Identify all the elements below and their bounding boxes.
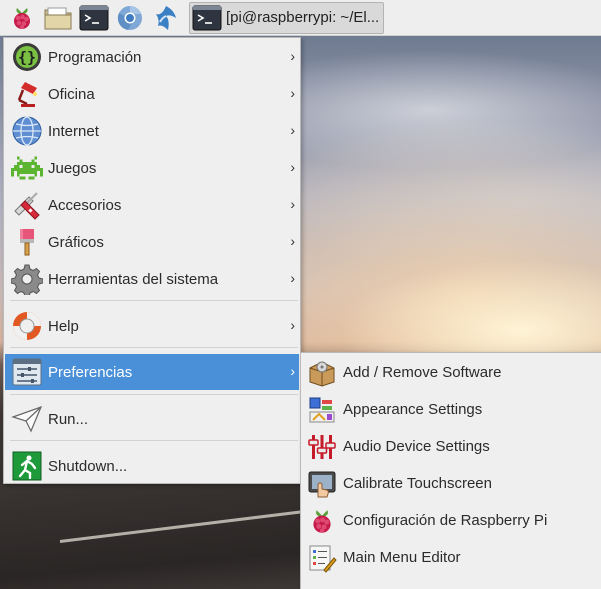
menu-separator <box>10 300 298 301</box>
audio-mixer-icon <box>305 430 339 464</box>
menu-separator <box>10 440 298 441</box>
preferences-submenu: Add / Remove Software Appearance Setting… <box>300 352 601 589</box>
menu-item-label: Gráficos <box>48 233 104 251</box>
menu-item-label: Herramientas del sistema <box>48 270 219 288</box>
menu-item-internet[interactable]: Internet › <box>5 113 299 149</box>
file-manager-launcher[interactable] <box>41 2 75 34</box>
menu-item-label: Internet <box>48 122 99 140</box>
menu-item-label: Oficina <box>48 85 95 103</box>
submenu-item-label: Audio Device Settings <box>343 438 490 455</box>
raspberry-menu-icon <box>14 7 30 29</box>
raspberry-menu-button[interactable] <box>5 2 39 34</box>
menu-separator <box>10 347 298 348</box>
menu-item-label: Accesorios <box>48 196 122 214</box>
menu-item-preferencias[interactable]: Preferencias › <box>5 354 299 390</box>
submenu-item-appearance-settings[interactable]: Appearance Settings <box>301 391 601 428</box>
menu-item-label: Programación <box>48 48 142 66</box>
terminal-icon <box>79 5 109 30</box>
submenu-arrow-icon: › <box>290 196 295 212</box>
globe-icon <box>9 113 45 149</box>
programming-icon: {} <box>9 39 45 75</box>
submenu-arrow-icon: › <box>290 48 295 64</box>
submenu-item-label: Main Menu Editor <box>343 549 461 566</box>
menu-item-juegos[interactable]: Juegos › <box>5 150 299 186</box>
menu-editor-icon <box>305 541 339 575</box>
submenu-arrow-icon: › <box>290 363 295 379</box>
taskbar-terminal-window[interactable]: [pi@raspberrypi: ~/El... <box>189 1 385 34</box>
menu-item-label: Help <box>48 317 79 335</box>
paper-plane-icon <box>9 401 45 437</box>
submenu-item-label: Calibrate Touchscreen <box>343 475 492 492</box>
mathematica-launcher[interactable] <box>149 2 183 34</box>
submenu-arrow-icon: › <box>290 233 295 249</box>
wolfram-mathematica-icon <box>156 5 176 30</box>
file-manager-icon <box>44 7 72 29</box>
top-panel: [pi@raspberrypi: ~/El... <box>0 0 601 36</box>
appearance-palette-icon <box>305 393 339 427</box>
menu-item-programacion[interactable]: {} Programación › <box>5 39 299 75</box>
menu-item-accesorios[interactable]: Accesorios › <box>5 187 299 223</box>
submenu-item-main-menu-editor[interactable]: Main Menu Editor <box>301 539 601 576</box>
submenu-arrow-icon: › <box>290 159 295 175</box>
chromium-launcher[interactable] <box>113 2 147 34</box>
svg-text:{}: {} <box>18 49 36 67</box>
menu-item-herramientas[interactable]: Herramientas del sistema › <box>5 261 299 297</box>
space-invader-icon <box>9 150 45 186</box>
exit-running-man-icon <box>9 448 45 484</box>
swiss-knife-icon <box>9 187 45 223</box>
menu-item-label: Shutdown... <box>48 457 128 475</box>
taskbar-window-title: [pi@raspberrypi: ~/El... <box>226 9 380 26</box>
menu-item-shutdown[interactable]: Shutdown... <box>5 448 299 484</box>
preferences-sliders-icon <box>9 354 45 390</box>
submenu-item-label: Configuración de Raspberry Pi <box>343 512 548 529</box>
menu-item-label: Run... <box>48 410 89 428</box>
submenu-arrow-icon: › <box>290 85 295 101</box>
submenu-item-calibrate-touchscreen[interactable]: Calibrate Touchscreen <box>301 465 601 502</box>
menu-item-graficos[interactable]: Gráficos › <box>5 224 299 260</box>
paintbrush-icon <box>9 224 45 260</box>
menu-item-help[interactable]: Help › <box>5 308 299 344</box>
submenu-item-label: Appearance Settings <box>343 401 483 418</box>
submenu-item-add-remove-software[interactable]: Add / Remove Software <box>301 354 601 391</box>
menu-item-label: Preferencias <box>48 363 133 381</box>
gear-icon <box>9 261 45 297</box>
submenu-item-audio-device-settings[interactable]: Audio Device Settings <box>301 428 601 465</box>
chromium-browser-icon <box>117 5 142 30</box>
menu-item-run[interactable]: Run... <box>5 401 299 437</box>
lifebuoy-icon <box>9 308 45 344</box>
package-box-icon <box>305 356 339 390</box>
main-menu: {} Programación › Oficina › Internet › J… <box>3 37 301 484</box>
submenu-arrow-icon: › <box>290 317 295 333</box>
submenu-arrow-icon: › <box>290 270 295 286</box>
terminal-launcher[interactable] <box>77 2 111 34</box>
submenu-arrow-icon: › <box>290 122 295 138</box>
office-lamp-icon <box>9 76 45 112</box>
submenu-item-raspberry-pi-configuration[interactable]: Configuración de Raspberry Pi <box>301 502 601 539</box>
menu-item-label: Juegos <box>48 159 97 177</box>
menu-separator <box>10 394 298 395</box>
raspberry-icon <box>305 504 339 538</box>
menu-item-oficina[interactable]: Oficina › <box>5 76 299 112</box>
touchscreen-hand-icon <box>305 467 339 501</box>
terminal-icon <box>192 5 222 30</box>
submenu-item-label: Add / Remove Software <box>343 364 502 381</box>
